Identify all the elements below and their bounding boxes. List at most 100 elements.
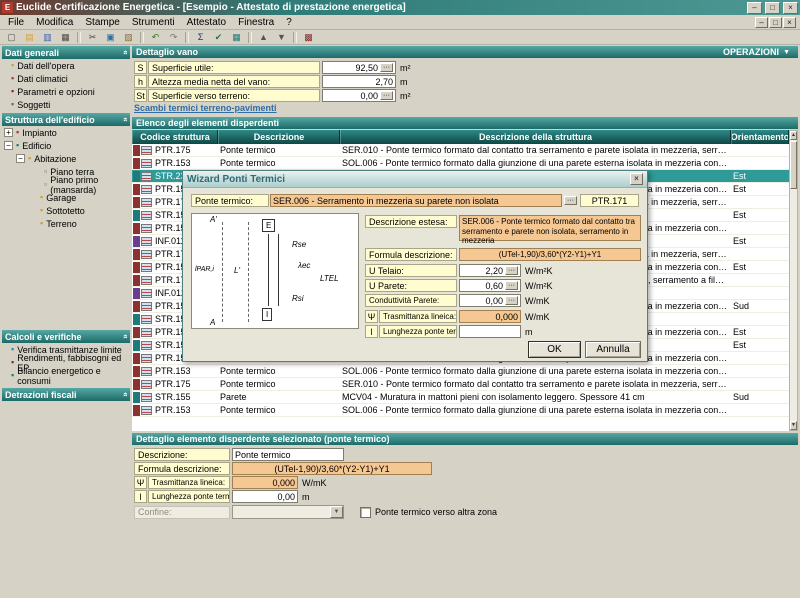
menu-item[interactable]: File [2, 16, 30, 29]
ellipsis-button[interactable]: ··· [380, 63, 393, 72]
ellipsis-button[interactable]: ··· [505, 281, 518, 290]
scroll-down-button[interactable]: ▼ [790, 421, 797, 430]
conduttivita-input[interactable]: 0,00 ··· [459, 294, 521, 307]
collapse-icon[interactable]: » [120, 50, 129, 54]
sidebar-item[interactable]: ▪ Bilancio energetico e consumi [2, 369, 130, 382]
toolbar-button[interactable] [293, 32, 297, 43]
descrizione-input[interactable]: Ponte termico [232, 448, 344, 461]
superficie-utile-input[interactable]: 92,50 ··· [322, 61, 396, 74]
dialog-close-button[interactable]: × [630, 173, 643, 185]
trasmittanza-input[interactable]: 0,000 [232, 476, 298, 489]
column-header-codice[interactable]: Codice struttura [132, 130, 218, 144]
ellipsis-button[interactable]: ··· [380, 91, 393, 100]
table-row[interactable]: PTR.175 Ponte termico SER.010 - Ponte te… [132, 144, 789, 157]
ok-button[interactable]: OK [528, 341, 581, 358]
descrizione-estesa-box[interactable]: SER.006 - Ponte termico formato dal cont… [459, 215, 641, 241]
tree-item[interactable]: ▪ Sottotetto [2, 204, 130, 217]
expander-icon[interactable] [28, 219, 37, 228]
toolbar-button[interactable]: ✔ [210, 31, 227, 44]
scroll-thumb[interactable] [790, 141, 797, 189]
toolbar-button[interactable]: ▼ [273, 31, 290, 44]
expander-icon[interactable] [32, 180, 41, 189]
toolbar-button[interactable]: ▢ [3, 31, 20, 44]
menu-item[interactable]: ? [280, 16, 298, 29]
section-header-detrazioni[interactable]: Detrazioni fiscali » [2, 388, 130, 401]
vertical-scrollbar[interactable]: ▲ ▼ [789, 130, 798, 431]
lunghezza-input[interactable]: 0,00 [232, 490, 298, 503]
altezza-input[interactable]: 2,70 [322, 75, 396, 88]
toolbar-button[interactable]: Σ [192, 31, 209, 44]
tree-item[interactable]: − ▪ Abitazione [2, 152, 130, 165]
superficie-terreno-input[interactable]: 0,00 ··· [322, 89, 396, 102]
close-button[interactable]: × [783, 2, 798, 14]
sidebar-item[interactable]: ▪ Soggetti [2, 98, 130, 111]
table-row[interactable]: STR.155 Parete MCV04 - Muratura in matto… [132, 391, 789, 404]
expander-icon[interactable]: + [4, 128, 13, 137]
scroll-up-button[interactable]: ▲ [790, 131, 797, 140]
toolbar-button[interactable] [77, 32, 81, 43]
expander-icon[interactable] [28, 193, 37, 202]
toolbar-button[interactable]: ▨ [120, 31, 137, 44]
tree-item[interactable]: + ▪ Impianto [2, 126, 130, 139]
confine-dropdown[interactable]: ▼ [232, 505, 344, 519]
expander-icon[interactable]: − [4, 141, 13, 150]
toolbar-button[interactable]: ▣ [102, 31, 119, 44]
ponte-ellipsis-button[interactable]: ··· [564, 196, 577, 205]
table-row[interactable]: PTR.175 Ponte termico SER.010 - Ponte te… [132, 378, 789, 391]
mdi-restore-button[interactable]: □ [769, 17, 782, 28]
formula-value-box[interactable]: (UTel-1,90)/3,60*(Y2-Y1)+Y1 [232, 462, 432, 475]
sidebar-item[interactable]: ▪ Dati dell'opera [2, 59, 130, 72]
operazioni-dropdown[interactable]: OPERAZIONI ▼ [723, 47, 794, 57]
toolbar-button[interactable]: ▦ [228, 31, 245, 44]
section-header-dati-generali[interactable]: Dati generali » [2, 46, 130, 59]
collapse-icon[interactable]: » [120, 392, 129, 396]
toolbar-button[interactable]: ▥ [39, 31, 56, 44]
menu-item[interactable]: Attestato [181, 16, 232, 29]
link-scambi-termici[interactable]: Scambi termici terreno-pavimenti [134, 103, 277, 113]
trasmittanza-lineica-input[interactable]: 0,000 [459, 310, 521, 323]
cancel-button[interactable]: Annulla [585, 341, 641, 358]
column-header-struttura[interactable]: Descrizione della struttura [340, 130, 731, 144]
altra-zona-checkbox[interactable] [360, 507, 371, 518]
menu-item[interactable]: Finestra [232, 16, 280, 29]
collapse-icon[interactable]: » [120, 334, 129, 338]
ellipsis-button[interactable]: ··· [505, 266, 518, 275]
menu-item[interactable]: Modifica [30, 16, 79, 29]
toolbar-button[interactable]: ▤ [21, 31, 38, 44]
tree-item[interactable]: ▪ Terreno [2, 217, 130, 230]
section-header-struttura[interactable]: Struttura dell'edificio » [2, 113, 130, 126]
table-row[interactable]: PTR.153 Ponte termico SOL.006 - Ponte te… [132, 404, 789, 417]
u-parete-input[interactable]: 0,60 ··· [459, 279, 521, 292]
sidebar-item[interactable]: ▪ Dati climatici [2, 72, 130, 85]
column-header-descrizione[interactable]: Descrizione [218, 130, 340, 144]
table-row[interactable]: PTR.153 Ponte termico SOL.006 - Ponte te… [132, 157, 789, 170]
column-header-orientamento[interactable]: Orientamento [731, 130, 789, 144]
toolbar-button[interactable] [185, 32, 189, 43]
toolbar-button[interactable]: ▦ [57, 31, 74, 44]
lunghezza-ponte-input[interactable] [459, 325, 521, 338]
sidebar-item[interactable]: ▪ Parametri e opzioni [2, 85, 130, 98]
menu-item[interactable]: Strumenti [126, 16, 181, 29]
toolbar-button[interactable] [140, 32, 144, 43]
toolbar-button[interactable]: ✂ [84, 31, 101, 44]
collapse-icon[interactable]: » [120, 117, 129, 121]
minimize-button[interactable]: – [747, 2, 762, 14]
section-header-calcoli[interactable]: Calcoli e verifiche » [2, 330, 130, 343]
u-telaio-input[interactable]: 2,20 ··· [459, 264, 521, 277]
expander-icon[interactable] [32, 167, 41, 176]
mdi-minimize-button[interactable]: – [755, 17, 768, 28]
table-row[interactable]: PTR.153 Ponte termico SOL.006 - Ponte te… [132, 365, 789, 378]
formula-descrizione-box[interactable]: (UTel-1,90)/3,60*(Y2-Y1)+Y1 [459, 248, 641, 261]
toolbar-button[interactable]: ↷ [165, 31, 182, 44]
menu-item[interactable]: Stampe [79, 16, 125, 29]
ponte-termico-select[interactable]: SER.006 - Serramento in mezzeria su pare… [270, 194, 562, 207]
toolbar-button[interactable]: ↶ [147, 31, 164, 44]
ellipsis-button[interactable]: ··· [505, 296, 518, 305]
expander-icon[interactable] [28, 206, 37, 215]
expander-icon[interactable]: − [16, 154, 25, 163]
maximize-button[interactable]: □ [765, 2, 780, 14]
toolbar-button[interactable] [248, 32, 252, 43]
toolbar-button[interactable]: ▲ [255, 31, 272, 44]
tree-item[interactable]: ▫ Piano primo (mansarda) [2, 178, 130, 191]
mdi-close-button[interactable]: × [783, 17, 796, 28]
